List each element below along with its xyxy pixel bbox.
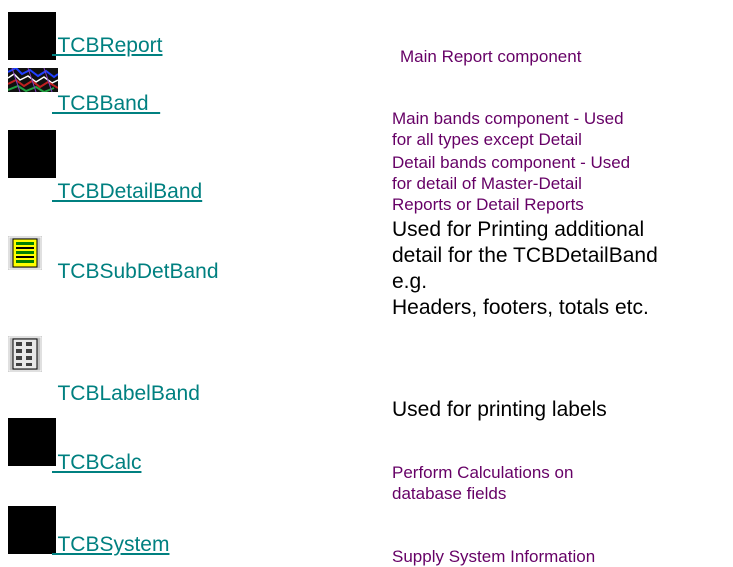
description-line: e.g. [392,270,428,293]
description-line: database fields [392,484,507,503]
tcbsystem-description: Supply System Information [392,546,595,567]
tcbreport-link[interactable]: TCBReport [52,34,162,58]
tcbcalc-icon [8,418,56,466]
band-pattern-icon [7,66,59,94]
description-line: Used for printing labels [392,398,607,421]
tcbdetailband-icon [8,130,56,178]
tcbband-description: Main bands component - Used for all type… [392,108,624,150]
description-line: for detail of Master-Detail [392,174,582,193]
tcbsystem-icon [8,506,56,554]
description-line: Main Report component [400,47,582,66]
label-band-icon [8,336,42,372]
tcbreport-description: Main Report component [400,46,581,67]
description-line: detail for the TCBDetailBand [392,244,658,267]
tcbband-link[interactable]: TCBBand [52,92,160,116]
tcbreport-icon [8,12,56,60]
tcblabelband-description: Used for printing labels [392,397,607,423]
description-line: Supply System Information [392,547,596,566]
subdetail-band-icon [8,236,42,270]
tcbsubdetband-description: Used for Printing additional detail for … [392,217,658,321]
tcbdetailband-link[interactable]: TCBDetailBand [52,180,202,204]
tcbcalc-link[interactable]: TCBCalc [52,451,141,475]
tcblabelband-link[interactable]: TCBLabelBand [52,382,199,406]
tcbcalc-description: Perform Calculations on database fields [392,462,573,504]
description-line: Detail bands component - Used [392,153,631,172]
description-line: Used for Printing additional [392,218,645,241]
description-line: for all types except Detail [392,130,582,149]
description-line: Reports or Detail Reports [392,195,584,214]
description-line: Main bands component - Used [392,109,624,128]
description-line: Perform Calculations on [392,463,574,482]
tcbsystem-link[interactable]: TCBSystem [52,533,169,557]
tcbsubdetband-link[interactable]: TCBSubDetBand [52,260,218,284]
tcbdetailband-description: Detail bands component - Used for detail… [392,152,630,215]
description-line: Headers, footers, totals etc. [392,296,649,319]
